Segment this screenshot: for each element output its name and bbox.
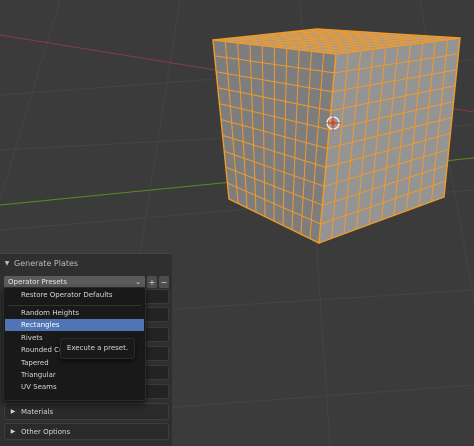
other-options-subpanel[interactable]: ▶ Other Options [4,423,169,440]
panel-header[interactable]: ▼ Generate Plates [0,254,172,272]
other-options-label: Other Options [21,427,71,436]
remove-preset-button[interactable]: − [159,276,169,288]
add-preset-button[interactable]: + [147,276,157,288]
menu-item-rectangles[interactable]: Rectangles [5,319,144,331]
tooltip: Execute a preset. [60,338,135,359]
menu-item-restore-defaults[interactable]: Restore Operator Defaults [5,289,144,301]
materials-label: Materials [21,407,54,416]
menu-separator [8,305,141,306]
panel-title: Generate Plates [14,258,79,268]
cube-mesh [212,28,461,245]
expand-triangle-icon[interactable]: ▼ [0,260,14,267]
collapsed-triangle-icon: ▶ [10,428,16,435]
collapsed-triangle-icon: ▶ [10,408,16,415]
menu-item-random-heights[interactable]: Random Heights [5,307,144,319]
chevron-down-icon: ⌄ [135,278,141,286]
materials-subpanel[interactable]: ▶ Materials [4,403,169,420]
menu-item-uv-seams[interactable]: UV Seams [5,381,144,393]
menu-item-triangular[interactable]: Triangular [5,369,144,381]
presets-label: Operator Presets [8,278,68,286]
